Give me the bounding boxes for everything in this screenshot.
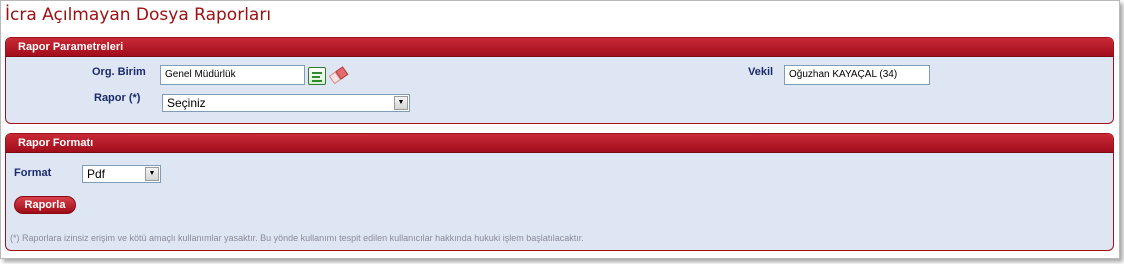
format-label: Format <box>14 167 52 179</box>
chevron-down-icon[interactable]: ▼ <box>394 96 408 110</box>
rapor-select[interactable]: Seçiniz ▼ <box>162 94 410 112</box>
org-unit-field[interactable]: Genel Müdürlük <box>160 65 305 85</box>
page-title: İcra Açılmayan Dosya Raporları <box>5 5 272 25</box>
format-panel-header: Rapor Formatı <box>6 134 1113 153</box>
format-select[interactable]: Pdf ▼ <box>82 165 161 183</box>
raporla-button[interactable]: Raporla <box>14 196 76 214</box>
eraser-icon[interactable] <box>326 62 351 87</box>
format-select-value: Pdf <box>87 167 106 181</box>
vekil-field[interactable]: Oğuzhan KAYAÇAL (34) <box>784 65 930 85</box>
params-panel: Rapor Parametreleri Org. Birim Genel Müd… <box>5 37 1114 124</box>
report-window: İcra Açılmayan Dosya Raporları Rapor Par… <box>0 0 1120 259</box>
org-unit-label: Org. Birim <box>92 66 146 78</box>
rapor-select-value: Seçiniz <box>167 96 206 110</box>
chevron-down-icon[interactable]: ▼ <box>145 167 159 181</box>
list-icon[interactable] <box>308 67 326 85</box>
vekil-label: Vekil <box>748 66 774 78</box>
usage-warning-note: (*) Raporlara izinsiz erişim ve kötü ama… <box>10 233 584 243</box>
params-panel-header: Rapor Parametreleri <box>6 38 1113 57</box>
format-panel: Rapor Formatı Format Pdf ▼ Raporla (*) R… <box>5 133 1114 251</box>
rapor-label: Rapor (*) <box>94 92 141 104</box>
